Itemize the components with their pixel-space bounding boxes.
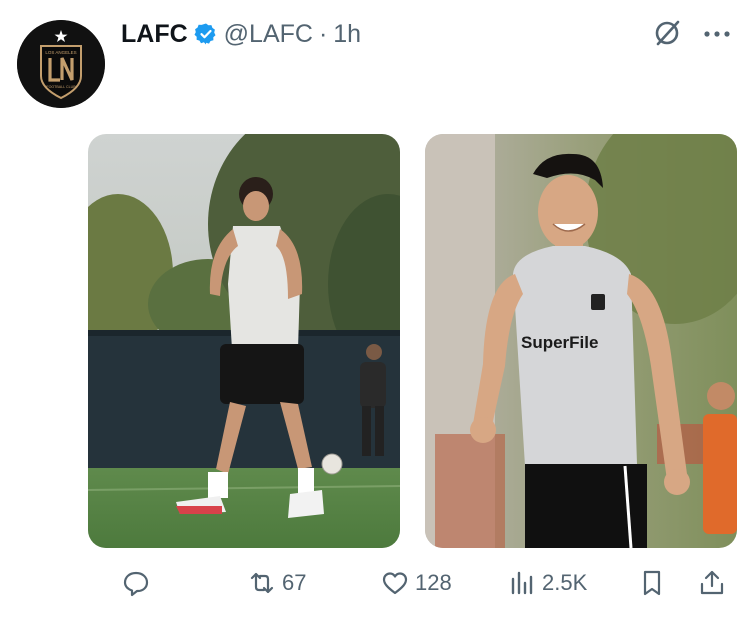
more-icon[interactable] (702, 22, 732, 46)
verified-badge-icon (194, 22, 218, 46)
separator-dot: · (318, 19, 328, 48)
repost-icon (250, 572, 274, 594)
jersey-sponsor-text: SuperFile (521, 333, 598, 352)
media-image-left[interactable] (88, 134, 400, 548)
repost-button[interactable]: 67 (248, 560, 306, 606)
bookmark-icon (643, 570, 661, 596)
post-time[interactable]: 1h (333, 20, 361, 49)
views-icon (511, 571, 533, 595)
like-button[interactable]: 128 (381, 560, 452, 606)
heart-icon (382, 572, 408, 595)
reply-button[interactable] (122, 560, 150, 606)
svg-text:LOS ANGELES: LOS ANGELES (45, 50, 76, 55)
grok-icon[interactable] (652, 18, 682, 48)
svg-text:FOOTBALL CLUB: FOOTBALL CLUB (46, 85, 76, 89)
views-count: 2.5K (542, 570, 588, 595)
lafc-crest-logo: LOS ANGELES FOOTBALL CLUB (17, 20, 105, 108)
share-button[interactable] (698, 560, 726, 606)
like-count: 128 (415, 570, 452, 595)
author-handle[interactable]: @LAFC (224, 20, 313, 49)
views-button[interactable]: 2.5K (508, 560, 587, 606)
share-icon (700, 570, 724, 595)
author-name[interactable]: LAFC (121, 20, 188, 49)
post-header: LAFC @LAFC · 1h (121, 16, 361, 52)
repost-count: 67 (282, 570, 307, 595)
reply-icon (123, 571, 149, 597)
avatar[interactable]: LOS ANGELES FOOTBALL CLUB (17, 20, 105, 108)
media-image-right[interactable]: SuperFile (425, 134, 737, 548)
bookmark-button[interactable] (638, 560, 666, 606)
post-actions: 67 128 2.5K (0, 560, 750, 606)
